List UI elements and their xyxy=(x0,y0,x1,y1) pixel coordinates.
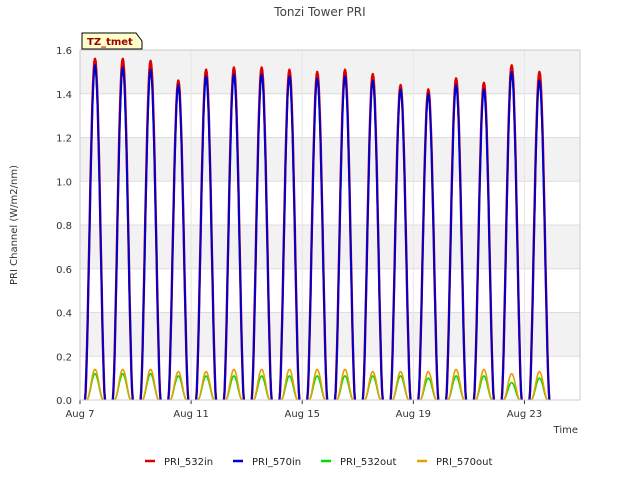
y-tick-label: 1.2 xyxy=(56,134,72,145)
x-tick-label: Aug 7 xyxy=(65,409,94,420)
y-tick-label: 0.2 xyxy=(56,352,72,363)
y-tick-label: 0.0 xyxy=(56,396,72,407)
x-tick-label: Aug 19 xyxy=(396,409,431,420)
legend-label: PRI_570in xyxy=(252,457,301,468)
legend-label: PRI_532in xyxy=(164,457,213,468)
y-tick-label: 0.8 xyxy=(56,221,72,232)
x-axis-label: Time xyxy=(553,425,578,436)
y-axis-label: PRI Channel (W/m2/nm) xyxy=(9,165,20,285)
chart-svg: Tonzi Tower PRI 0.0 0.2 0.4 0.6 0.8 1.0 1.2 1.4… xyxy=(9,5,581,468)
legend-label: PRI_570out xyxy=(436,457,492,468)
x-tick-label: Aug 15 xyxy=(285,409,320,420)
chart-title: Tonzi Tower PRI xyxy=(273,5,365,19)
y-tick-label: 0.6 xyxy=(56,265,72,276)
x-tick-label: Aug 23 xyxy=(507,409,542,420)
y-tick-label: 0.4 xyxy=(56,309,72,320)
y-tick-label: 1.0 xyxy=(56,177,72,188)
y-tick-label: 1.4 xyxy=(56,90,72,101)
tz-tmet-badge-text: TZ_tmet xyxy=(87,37,133,48)
y-tick-label: 1.6 xyxy=(56,46,72,57)
background-band xyxy=(80,50,580,94)
x-tick-label: Aug 11 xyxy=(173,409,208,420)
tz-tmet-badge: TZ_tmet xyxy=(81,32,143,50)
legend-label: PRI_532out xyxy=(340,457,396,468)
legend: PRI_532in PRI_570in PRI_532out PRI_570out xyxy=(145,457,492,468)
